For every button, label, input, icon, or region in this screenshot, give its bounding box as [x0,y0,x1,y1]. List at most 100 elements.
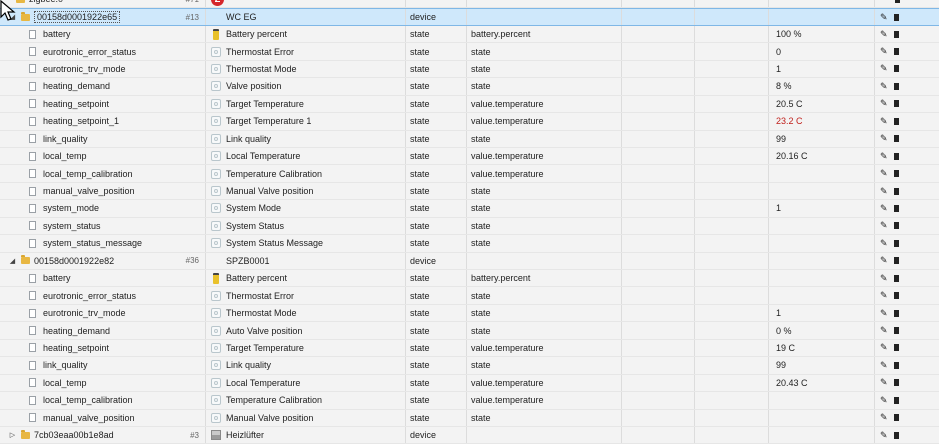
pencil-icon[interactable]: ✎ [880,81,888,91]
function-cell[interactable] [695,252,769,269]
state-row[interactable]: local_temp Local Temperature state value.te… [0,147,939,166]
value-cell[interactable] [769,409,875,426]
pencil-icon[interactable]: ✎ [880,169,888,178]
function-cell[interactable] [695,322,769,339]
room-cell[interactable] [622,217,695,235]
collapse-arrow-icon[interactable]: ◢ [8,13,17,21]
state-row[interactable]: local_temp_calibration Temperature Calibr… [0,165,939,183]
trash-icon[interactable] [893,396,899,404]
room-cell[interactable] [622,95,695,113]
room-cell[interactable] [622,339,695,357]
function-cell[interactable] [695,9,769,25]
state-row[interactable]: heating_setpoint_1 Target Temperature 1 st… [0,113,939,131]
instance-row[interactable]: zigbee.0 #71 Z [0,0,939,9]
trash-icon[interactable] [893,222,899,230]
pencil-icon[interactable]: ✎ [880,116,888,126]
room-cell[interactable] [622,392,695,409]
room-cell[interactable] [622,113,695,130]
function-cell[interactable] [695,130,769,147]
trash-icon[interactable] [893,361,899,369]
value-cell[interactable] [769,182,875,200]
value-cell[interactable]: 99 [769,130,875,147]
pencil-icon[interactable]: ✎ [880,413,888,422]
trash-icon[interactable] [893,239,899,247]
pencil-icon[interactable]: ✎ [880,12,888,22]
value-cell[interactable] [769,0,875,8]
collapse-arrow-icon[interactable]: ◢ [8,257,17,265]
room-cell[interactable] [622,304,695,322]
pencil-icon[interactable]: ✎ [880,221,888,230]
state-row[interactable]: eurotronic_error_status Thermostat Error s… [0,43,939,61]
room-cell[interactable] [622,409,695,426]
room-cell[interactable] [622,9,695,25]
pencil-icon[interactable]: ✎ [880,273,888,283]
trash-icon[interactable] [893,48,899,56]
value-cell[interactable]: 99 [769,357,875,374]
trash-icon[interactable] [893,82,899,90]
value-cell[interactable]: 19 C [769,339,875,357]
function-cell[interactable] [695,235,769,252]
function-cell[interactable] [695,357,769,374]
function-cell[interactable] [695,60,769,78]
trash-icon[interactable] [893,117,899,125]
room-cell[interactable] [622,287,695,304]
state-row[interactable]: eurotronic_error_status Thermostat Error s… [0,287,939,305]
state-row[interactable]: local_temp_calibration Temperature Calibr… [0,392,939,410]
device-row[interactable]: ◢ 00158d0001922e82 #36 SPZB0001 device ✎ [0,252,939,270]
room-cell[interactable] [622,270,695,287]
pencil-icon[interactable]: ✎ [880,151,888,161]
state-row[interactable]: eurotronic_trv_mode Thermostat Mode state s… [0,60,939,79]
trash-icon[interactable] [893,257,899,265]
room-cell[interactable] [622,374,695,392]
pencil-icon[interactable]: ✎ [880,308,888,318]
trash-icon[interactable] [893,344,899,352]
trash-icon[interactable] [893,152,899,160]
value-cell[interactable]: 1 [769,304,875,322]
value-cell[interactable]: 100 % [769,25,875,43]
expand-arrow-icon[interactable]: ▷ [8,431,17,439]
value-cell[interactable]: 8 % [769,78,875,95]
value-cell[interactable]: 1 [769,200,875,217]
pencil-icon[interactable]: ✎ [880,326,888,335]
room-cell[interactable] [622,78,695,95]
trash-icon[interactable] [893,274,899,282]
function-cell[interactable] [695,392,769,409]
function-cell[interactable] [695,78,769,95]
function-cell[interactable] [695,113,769,130]
state-row[interactable]: heating_setpoint Target Temperature state v… [0,339,939,358]
room-cell[interactable] [622,130,695,147]
trash-icon[interactable] [893,30,899,38]
trash-icon[interactable] [893,292,899,300]
function-cell[interactable] [695,165,769,182]
value-cell[interactable] [769,392,875,409]
trash-icon[interactable] [893,309,899,317]
value-cell[interactable] [769,270,875,287]
room-cell[interactable] [622,200,695,217]
room-cell[interactable] [622,0,695,8]
function-cell[interactable] [695,95,769,113]
function-cell[interactable] [695,147,769,165]
trash-icon[interactable] [893,100,899,108]
pencil-icon[interactable]: ✎ [880,186,888,196]
pencil-icon[interactable]: ✎ [880,99,888,108]
pencil-icon[interactable]: ✎ [880,360,888,370]
value-cell[interactable]: 20.16 C [769,147,875,165]
pencil-icon[interactable]: ✎ [880,291,888,300]
device-row[interactable]: ▷ 7cb03eaa00b1e8ad #3 Heizlüfter device ✎ [0,426,939,444]
value-cell[interactable]: 0 % [769,322,875,339]
pencil-icon[interactable]: ✎ [880,395,888,405]
state-row[interactable]: link_quality Link quality state state 99 ✎ [0,130,939,148]
room-cell[interactable] [622,252,695,269]
pencil-icon[interactable]: ✎ [880,256,888,265]
state-row[interactable]: link_quality Link quality state state 99 ✎ [0,357,939,375]
function-cell[interactable] [695,200,769,217]
state-row[interactable]: eurotronic_trv_mode Thermostat Mode state s… [0,304,939,323]
pencil-icon[interactable]: ✎ [880,29,888,39]
trash-icon[interactable] [893,379,899,387]
function-cell[interactable] [695,217,769,235]
value-cell[interactable]: 20.5 C [769,95,875,113]
trash-icon[interactable] [893,327,899,335]
room-cell[interactable] [622,322,695,339]
trash-icon[interactable] [893,170,899,178]
pencil-icon[interactable]: ✎ [880,430,888,440]
